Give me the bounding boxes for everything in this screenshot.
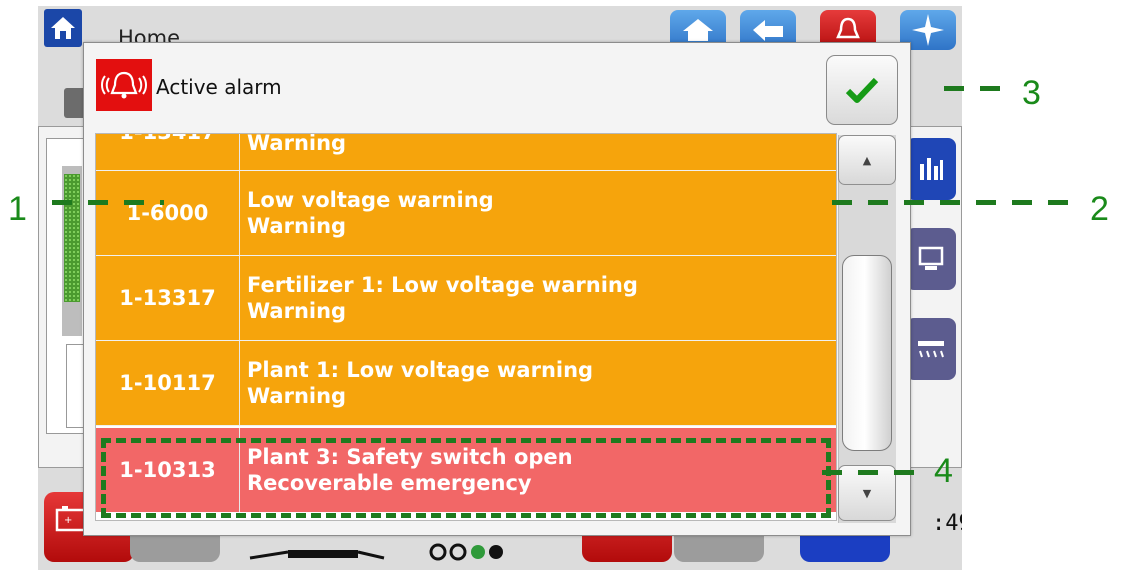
callout-4-highlight-box: [101, 438, 831, 518]
svg-text:+: +: [64, 515, 72, 526]
callout-1-line: [52, 200, 164, 205]
alarm-type: Warning: [247, 214, 347, 238]
scroll-up-button[interactable]: ▲: [838, 135, 896, 185]
alarm-message: Plant 1: Low voltage warning: [247, 358, 594, 382]
dialog-title: Active alarm: [156, 75, 282, 99]
alarm-message: Low voltage warning: [247, 188, 494, 212]
alarm-code: 1-10117: [96, 341, 240, 425]
monitor-icon[interactable]: [906, 228, 956, 290]
alarm-type: Warning: [247, 133, 347, 155]
alarm-type: Warning: [247, 384, 347, 408]
alarm-row[interactable]: 1-10117 Plant 1: Low voltage warning War…: [96, 341, 836, 425]
confirm-button[interactable]: [826, 55, 898, 125]
alarm-code: 1-13317: [96, 256, 240, 340]
callout-2-line: [832, 200, 1080, 205]
alarm-description: Low voltage warning Warning: [240, 171, 836, 255]
callout-1: 1: [8, 190, 27, 228]
alarm-description: Warning: [240, 133, 836, 170]
scrollbar-thumb[interactable]: [842, 255, 892, 451]
callout-4-line: [822, 470, 926, 475]
tractor-icon: [429, 543, 503, 561]
screen: Home :49 +: [0, 0, 1121, 570]
bar-chart-icon[interactable]: [906, 138, 956, 200]
implement-icon: [249, 550, 385, 560]
background-box: [66, 344, 84, 428]
alarm-type: Warning: [247, 299, 347, 323]
alarm-description: Fertilizer 1: Low voltage warning Warnin…: [240, 256, 836, 340]
background-gauge-dots: [64, 174, 80, 302]
alarm-bell-icon: [96, 59, 152, 111]
alarm-code: 1-13417: [96, 134, 240, 170]
alarm-row[interactable]: 1-6000 Low voltage warning Warning: [96, 171, 836, 255]
callout-3: 3: [1022, 74, 1041, 112]
callout-4: 4: [934, 452, 953, 490]
callout-3-line: [944, 86, 1014, 91]
planter-icon[interactable]: [906, 318, 956, 380]
triangle-down-icon: ▼: [862, 486, 872, 500]
home-icon[interactable]: [44, 9, 82, 47]
callout-2: 2: [1090, 190, 1109, 228]
alarm-message: Fertilizer 1: Low voltage warning: [247, 273, 638, 297]
alarm-row[interactable]: 1-13417 Warning: [96, 133, 836, 170]
alarm-code: 1-6000: [96, 171, 240, 255]
alarm-description: Plant 1: Low voltage warning Warning: [240, 341, 836, 425]
clock-text: :49: [932, 511, 962, 536]
alarm-row[interactable]: 1-13317 Fertilizer 1: Low voltage warnin…: [96, 256, 836, 340]
checkmark-icon: [845, 77, 879, 103]
triangle-up-icon: ▲: [862, 153, 872, 167]
